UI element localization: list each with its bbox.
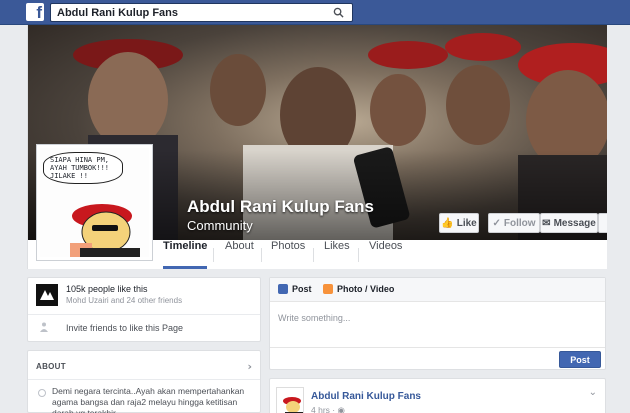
page-title[interactable]: Abdul Rani Kulup Fans (187, 197, 374, 217)
about-description: Demi negara tercinta..Ayah akan memperta… (52, 386, 245, 413)
tab-about[interactable]: About (225, 240, 254, 269)
facebook-logo[interactable]: f (26, 3, 44, 22)
friends-who-like[interactable]: Mohd Uzairi and 24 other friends (66, 296, 182, 305)
follow-button[interactable]: ✓ Follow (488, 213, 540, 233)
tab-timeline[interactable]: Timeline (163, 240, 208, 269)
tab-likes[interactable]: Likes (324, 240, 350, 269)
divider (28, 379, 260, 380)
tab-divider (261, 248, 262, 262)
camera-icon (323, 284, 333, 294)
chevron-right-icon[interactable]: › (247, 360, 252, 373)
pencil-icon (278, 284, 288, 294)
tab-videos[interactable]: Videos (369, 240, 402, 269)
composer-tabs: Post Photo / Video (270, 278, 605, 302)
profile-picture[interactable]: SIAPA HINA PM, AYAH TUMBOK!!! JILAKE !! (36, 144, 153, 261)
composer-tab-post[interactable]: Post (278, 284, 312, 294)
chevron-down-icon[interactable]: ⌄ (589, 387, 597, 398)
brand-logo-icon (40, 290, 54, 300)
follow-icon: ✓ (492, 217, 501, 229)
post-timestamp[interactable]: 4 hrs · ◉ (311, 405, 345, 413)
tab-divider (358, 248, 359, 262)
page-category: Community (187, 218, 253, 233)
search-icon[interactable] (333, 7, 344, 18)
more-options-button[interactable]: ••• (598, 213, 607, 233)
thumbs-up-icon: 👍 (441, 217, 454, 229)
tab-divider (213, 248, 214, 262)
post-author-avatar[interactable] (276, 387, 304, 413)
post-author-name[interactable]: Abdul Rani Kulup Fans (311, 391, 421, 402)
invite-friends-link[interactable]: Invite friends to like this Page (66, 323, 183, 333)
about-heading[interactable]: ABOUT (36, 362, 66, 371)
likes-card: 105k people like this Mohd Uzairi and 24… (27, 277, 261, 342)
top-navigation-bar: f Abdul Rani Kulup Fans (0, 0, 630, 25)
search-value: Abdul Rani Kulup Fans (57, 7, 178, 19)
info-icon (38, 389, 46, 397)
about-card: ABOUT › Demi negara tercinta..Ayah akan … (27, 350, 261, 413)
divider (28, 314, 260, 315)
composer-tab-photo-video[interactable]: Photo / Video (323, 284, 394, 294)
cartoon-figure (70, 204, 140, 257)
friend-avatar[interactable] (36, 284, 58, 306)
likes-count[interactable]: 105k people like this (66, 284, 148, 294)
cartoon-avatar-icon (283, 397, 303, 413)
message-button[interactable]: ✉ Message (540, 213, 598, 233)
person-icon (40, 322, 48, 332)
tab-photos[interactable]: Photos (271, 240, 305, 269)
post-composer: Post Photo / Video Write something... Po… (269, 277, 606, 370)
like-button[interactable]: 👍 Like (439, 213, 479, 233)
profile-cartoon: SIAPA HINA PM, AYAH TUMBOK!!! JILAKE !! (40, 148, 149, 257)
composer-footer: Post (270, 347, 605, 371)
search-input[interactable]: Abdul Rani Kulup Fans (50, 3, 353, 22)
tab-divider (313, 248, 314, 262)
composer-textarea[interactable]: Write something... (278, 313, 350, 323)
message-icon: ✉ (542, 217, 551, 229)
feed-post: Abdul Rani Kulup Fans 4 hrs · ◉ ⌄ (269, 378, 606, 413)
globe-icon: ◉ (337, 405, 345, 413)
post-button[interactable]: Post (559, 351, 601, 368)
